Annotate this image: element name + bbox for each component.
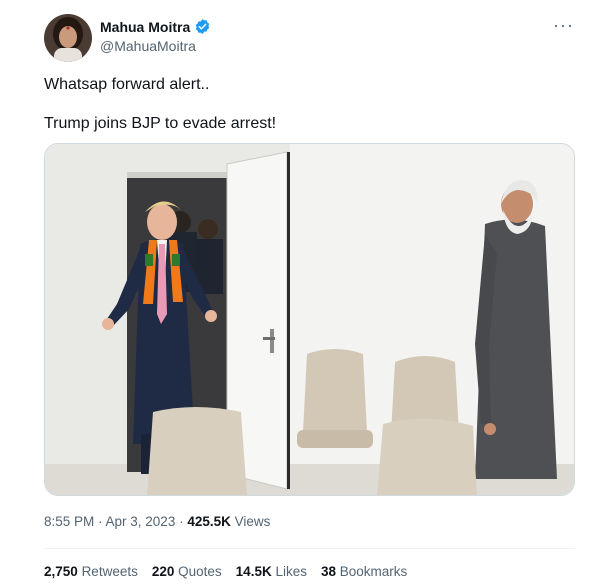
tweet-text-line-2: Trump joins BJP to evade arrest! xyxy=(44,115,277,132)
quotes-label: Quotes xyxy=(178,564,222,579)
retweets-label: Retweets xyxy=(81,564,138,579)
bookmarks-stat[interactable]: 38 Bookmarks xyxy=(321,564,407,579)
retweets-stat[interactable]: 2,750 Retweets xyxy=(44,564,138,579)
views-count: 425.5K xyxy=(187,514,231,529)
bookmarks-count: 38 xyxy=(320,564,337,579)
author-avatar[interactable] xyxy=(44,14,92,62)
tweet-meta: 8:55 PM · Apr 3, 2023 · 425.5K Views xyxy=(44,514,270,529)
author-handle[interactable]: @MahuaMoitra xyxy=(100,38,196,54)
author-display-name[interactable]: Mahua Moitra xyxy=(100,19,190,35)
meta-separator: · xyxy=(175,514,188,529)
quotes-count: 220 xyxy=(151,564,175,579)
retweets-count: 2,750 xyxy=(44,564,78,579)
verified-badge-icon xyxy=(194,18,211,35)
tweet-card: Mahua Moitra @MahuaMoitra ··· Whatsap fo… xyxy=(28,0,592,588)
engagement-stats: 2,750 Retweets 220 Quotes 14.5K Likes 38… xyxy=(44,564,407,579)
likes-label: Likes xyxy=(275,564,307,579)
likes-stat[interactable]: 14.5K Likes xyxy=(236,564,307,579)
views-label: Views xyxy=(234,514,271,529)
tweet-media-photo[interactable] xyxy=(44,143,575,496)
author-name-row: Mahua Moitra xyxy=(100,18,211,35)
divider xyxy=(44,548,575,549)
bookmarks-label: Bookmarks xyxy=(339,564,408,579)
quotes-stat[interactable]: 220 Quotes xyxy=(152,564,222,579)
likes-count: 14.5K xyxy=(235,564,272,579)
more-options-icon[interactable]: ··· xyxy=(553,16,574,34)
tweet-text-line-1: Whatsap forward alert.. xyxy=(44,76,210,93)
tweet-timestamp[interactable]: 8:55 PM · Apr 3, 2023 xyxy=(44,514,175,529)
